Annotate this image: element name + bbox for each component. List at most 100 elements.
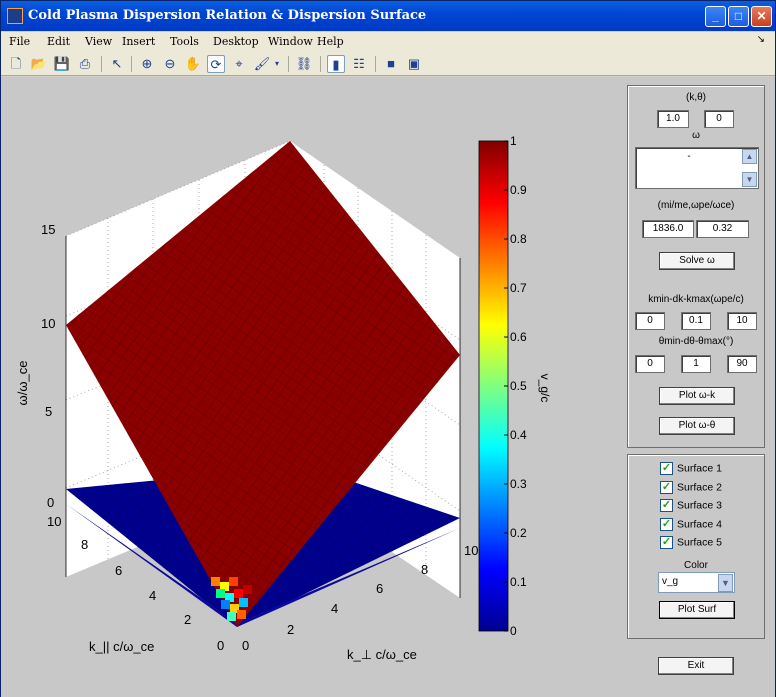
z-tick-label: 15 (41, 222, 55, 237)
plot-omega-theta-button[interactable]: Plot ω-θ (659, 417, 735, 435)
kpar-tick-label: 10 (47, 514, 61, 529)
theta-range-label: θmin-dθ-θmax(°) (658, 336, 734, 347)
k-range-label: kmin-dk-kmax(ωpe/c) (648, 294, 744, 305)
colorbar-tick-label: 0.2 (510, 526, 527, 540)
kperp-tick-label: 6 (376, 581, 383, 596)
checkmark-icon[interactable]: ✓ (660, 536, 673, 549)
kperp-tick-label: 2 (287, 622, 294, 637)
minimize-button[interactable]: _ (705, 6, 726, 27)
data-cursor-icon[interactable]: ⌖ (230, 55, 248, 73)
hide-plot-tools-icon[interactable]: ■ (382, 55, 400, 73)
surface-4-label: Surface 4 (677, 518, 722, 531)
dispersion-surface-plot[interactable]: 15 10 5 0 10 8 6 4 2 0 0 2 4 6 8 10 ω/ω_… (1, 77, 621, 687)
surface-3-label: Surface 3 (677, 499, 722, 512)
surface-1-label: Surface 1 (677, 462, 722, 475)
checkmark-icon[interactable]: ✓ (660, 499, 673, 512)
menu-window[interactable]: Window (268, 35, 313, 48)
wpe-wce-input[interactable]: 0.32 (696, 220, 749, 238)
surface-5-label: Surface 5 (677, 536, 722, 549)
kperp-tick-label: 0 (242, 638, 249, 653)
menu-help[interactable]: Help (317, 35, 344, 48)
color-select[interactable]: v_g ▼ (658, 572, 735, 593)
kperp-tick-label: 10 (464, 543, 478, 558)
matlab-logo-icon (7, 8, 23, 24)
kmin-input[interactable]: 0 (635, 312, 665, 330)
solver-panel: (k,θ) 1.0 0 ω - ▲ ▼ (mi/me,ωpe/ωce) 1836… (627, 85, 765, 448)
checkmark-icon[interactable]: ✓ (660, 462, 673, 475)
open-folder-icon[interactable]: 📂 (30, 55, 48, 73)
legend-icon[interactable]: ☷ (350, 55, 368, 73)
link-icon[interactable]: ⛓ (295, 55, 313, 73)
zoom-in-icon[interactable]: ⊕ (138, 55, 156, 73)
kmax-input[interactable]: 10 (727, 312, 757, 330)
brush-dropdown-icon[interactable]: ▾ (272, 55, 282, 73)
surface-5-checkbox[interactable]: ✓ Surface 5 (660, 536, 722, 550)
menu-desktop[interactable]: Desktop (213, 35, 259, 48)
colorbar-icon[interactable]: ▮ (327, 55, 345, 73)
pointer-icon[interactable]: ↖ (108, 55, 126, 73)
surface-1-checkbox[interactable]: ✓ Surface 1 (660, 462, 722, 476)
toolbar-separator (288, 56, 289, 72)
menu-view[interactable]: View (85, 35, 112, 48)
menu-insert[interactable]: Insert (122, 35, 155, 48)
color-label: Color (684, 560, 708, 571)
plot-omega-k-button[interactable]: Plot ω-k (659, 387, 735, 405)
rotate-3d-icon[interactable]: ⟳ (207, 55, 225, 73)
show-plot-tools-icon[interactable]: ▣ (405, 55, 423, 73)
kperp-tick-label: 8 (421, 562, 428, 577)
z-tick-label: 5 (45, 404, 52, 419)
omega-listbox[interactable]: - ▲ ▼ (635, 147, 759, 189)
plot-surf-button[interactable]: Plot Surf (659, 601, 735, 619)
surface-panel: ✓ Surface 1 ✓ Surface 2 ✓ Surface 3 ✓ Surfac… (627, 454, 765, 639)
dock-arrow-icon[interactable]: ↘ (757, 34, 765, 45)
kpar-tick-label: 0 (217, 638, 224, 653)
zoom-out-icon[interactable]: ⊖ (161, 55, 179, 73)
colorbar: 0 0.1 0.2 0.3 0.4 0.5 0.6 0.7 0.8 0.9 1 v_g/c (478, 134, 552, 638)
theta-max-input[interactable]: 90 (727, 355, 757, 373)
omega-label: ω (692, 130, 700, 141)
omega-list-item[interactable]: - (636, 151, 742, 162)
checkmark-icon[interactable]: ✓ (660, 518, 673, 531)
colorbar-tick-label: 0.7 (510, 281, 527, 295)
pan-hand-icon[interactable]: ✋ (184, 55, 202, 73)
checkmark-icon[interactable]: ✓ (660, 481, 673, 494)
close-button[interactable]: ✕ (751, 6, 772, 27)
surface-3-checkbox[interactable]: ✓ Surface 3 (660, 499, 722, 513)
exit-button[interactable]: Exit (658, 657, 734, 675)
save-icon[interactable]: 💾 (53, 55, 71, 73)
theta-input[interactable]: 0 (704, 110, 734, 128)
title-bar: Cold Plasma Dispersion Relation & Disper… (1, 1, 775, 31)
colorbar-tick-label: 0.3 (510, 477, 527, 491)
scroll-down-arrow-icon[interactable]: ▼ (742, 172, 757, 187)
brush-icon[interactable]: 🖌 (253, 55, 271, 73)
toolbar-separator (131, 56, 132, 72)
menu-edit[interactable]: Edit (47, 35, 70, 48)
surface-2-checkbox[interactable]: ✓ Surface 2 (660, 481, 722, 495)
figure-canvas: 15 10 5 0 10 8 6 4 2 0 0 2 4 6 8 10 ω/ω_… (1, 77, 775, 697)
window-title: Cold Plasma Dispersion Relation & Disper… (28, 8, 427, 23)
menu-tools[interactable]: Tools (170, 35, 199, 48)
colorbar-tick-label: 0.9 (510, 183, 527, 197)
new-file-icon[interactable]: 🗋 (7, 55, 25, 73)
kpar-axis-label: k_|| c/ω_ce (89, 639, 154, 654)
dk-input[interactable]: 0.1 (681, 312, 711, 330)
menu-file[interactable]: File (9, 35, 30, 48)
maximize-button[interactable]: □ (728, 6, 749, 27)
k-input[interactable]: 1.0 (657, 110, 689, 128)
print-icon[interactable]: ⎙ (76, 55, 94, 73)
chevron-down-icon[interactable]: ▼ (718, 574, 733, 592)
toolbar-separator (320, 56, 321, 72)
kperp-axis-label: k_⊥ c/ω_ce (347, 647, 417, 662)
scroll-up-arrow-icon[interactable]: ▲ (742, 149, 757, 164)
colorbar-tick-label: 0.1 (510, 575, 527, 589)
theta-min-input[interactable]: 0 (635, 355, 665, 373)
dtheta-input[interactable]: 1 (681, 355, 711, 373)
surface-4-checkbox[interactable]: ✓ Surface 4 (660, 518, 722, 532)
mi-me-input[interactable]: 1836.0 (642, 220, 694, 238)
solve-omega-button[interactable]: Solve ω (659, 252, 735, 270)
colorbar-tick-label: 0.8 (510, 232, 527, 246)
colorbar-tick-label: 0.4 (510, 428, 527, 442)
kperp-tick-label: 4 (331, 601, 338, 616)
z-tick-label: 10 (41, 316, 55, 331)
colorbar-label: v_g/c (538, 374, 552, 403)
